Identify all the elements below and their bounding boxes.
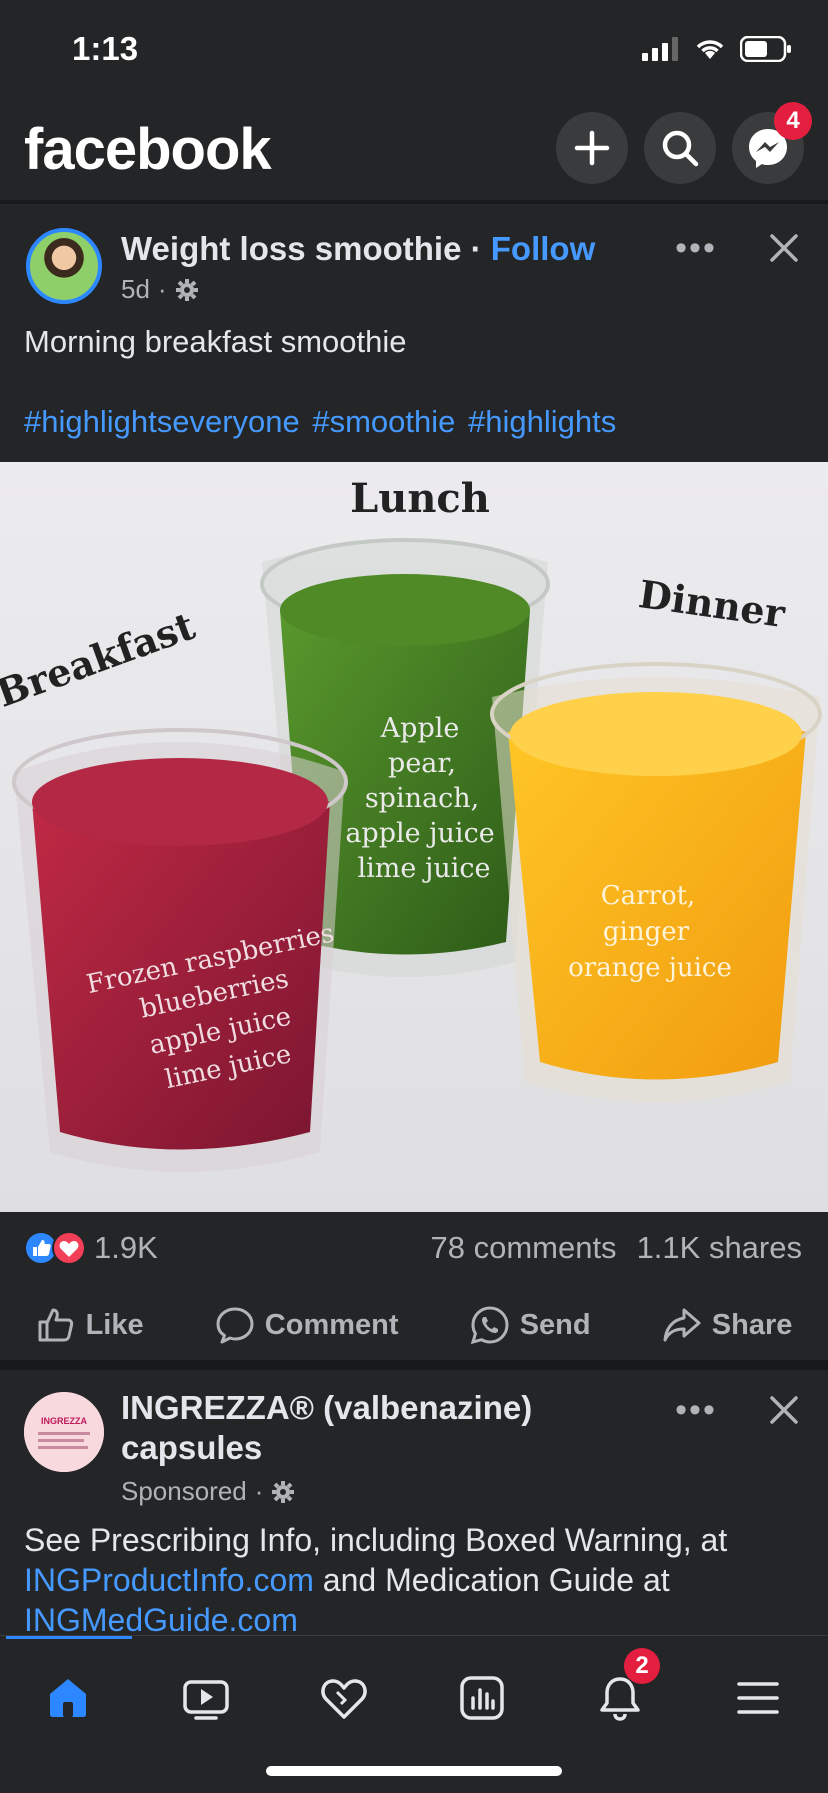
name-separator: · — [461, 230, 491, 267]
post-hashtags[interactable]: #highlightseveryone #smoothie #highlight… — [24, 404, 616, 440]
notifications-badge: 2 — [624, 1648, 660, 1684]
green-ingredient: Apple — [380, 713, 460, 744]
active-tab-indicator — [6, 1636, 132, 1639]
engagement-counts: 78 comments 1.1K shares — [430, 1230, 802, 1266]
ad-link-medguide[interactable]: INGMedGuide.com — [24, 1602, 298, 1638]
messenger-button[interactable]: 4 — [732, 102, 812, 184]
ad-text-part: and Medication Guide at — [313, 1562, 670, 1598]
ad-text-part: See Prescribing Info, including Boxed Wa… — [24, 1522, 728, 1558]
status-bar: 1:13 — [0, 0, 828, 100]
whatsapp-icon — [470, 1306, 509, 1345]
signal-icon — [642, 37, 678, 61]
tab-menu[interactable] — [726, 1666, 790, 1730]
ad-body-text: See Prescribing Info, including Boxed Wa… — [24, 1520, 814, 1640]
wifi-icon — [696, 40, 724, 59]
send-label: Send — [519, 1308, 591, 1341]
facebook-logo[interactable]: facebook — [24, 116, 272, 183]
love-reaction-icon — [52, 1231, 86, 1265]
page-name[interactable]: Weight loss smoothie — [121, 230, 461, 267]
messenger-badge: 4 — [774, 102, 812, 140]
gear-icon — [175, 278, 198, 301]
like-label: Like — [85, 1308, 144, 1341]
tab-dating[interactable] — [312, 1666, 376, 1730]
reactions-count: 1.9K — [94, 1230, 158, 1265]
home-indicator[interactable] — [266, 1766, 562, 1776]
more-options-icon[interactable]: ••• — [675, 228, 716, 268]
post-text: Morning breakfast smoothie — [24, 324, 407, 359]
sponsored-label[interactable]: Sponsored — [121, 1476, 247, 1507]
post-image[interactable]: Lunch Breakfast Dinner Apple pear, spina… — [0, 462, 828, 1212]
create-button[interactable] — [556, 112, 628, 184]
chart-icon — [460, 1676, 504, 1720]
page-avatar[interactable] — [26, 228, 102, 304]
status-time: 1:13 — [72, 30, 139, 67]
search-button[interactable] — [644, 112, 716, 184]
sponsored-post: INGREZZA INGREZZA® (valbenazine) capsule… — [0, 1370, 828, 1638]
status-icons — [642, 36, 792, 62]
orange-ingredient: ginger — [603, 917, 690, 947]
like-button[interactable]: Like — [36, 1305, 144, 1345]
video-icon — [183, 1680, 229, 1720]
green-ingredient: spinach, — [365, 783, 479, 814]
ad-logo-text: INGREZZA — [41, 1416, 87, 1426]
ingrezza-logo: INGREZZA — [24, 1392, 104, 1472]
ad-meta: Sponsored · — [121, 1476, 295, 1507]
home-icon — [50, 1679, 86, 1717]
tab-notifications[interactable]: 2 — [588, 1648, 660, 1730]
reactions-summary[interactable]: 1.9K — [24, 1230, 158, 1266]
post-header-name: Weight loss smoothie · Follow — [121, 230, 595, 268]
green-ingredient: lime juice — [358, 853, 491, 884]
lunch-label: Lunch — [350, 475, 490, 522]
plus-icon — [574, 130, 610, 166]
post-meta: 5d · — [121, 274, 199, 305]
shares-count[interactable]: 1.1K shares — [637, 1230, 802, 1266]
share-label: Share — [711, 1308, 793, 1341]
ad-avatar[interactable]: INGREZZA — [24, 1392, 104, 1472]
ad-link-productinfo[interactable]: INGProductInfo.com — [24, 1562, 314, 1598]
orange-ingredient: Carrot, — [601, 881, 696, 911]
share-icon — [663, 1308, 701, 1342]
meta-separator: · — [157, 274, 167, 304]
app-header: facebook 4 — [0, 100, 828, 204]
feed-separator — [0, 1360, 828, 1370]
comment-label: Comment — [264, 1308, 399, 1341]
search-icon — [662, 130, 699, 167]
ad-close-icon[interactable] — [764, 1390, 804, 1430]
meta-separator: · — [254, 1476, 264, 1506]
tab-dashboard[interactable] — [450, 1666, 514, 1730]
tab-home[interactable] — [36, 1666, 100, 1730]
send-button[interactable]: Send — [470, 1305, 591, 1345]
share-button[interactable]: Share — [662, 1305, 793, 1345]
follow-button[interactable]: Follow — [491, 230, 595, 267]
green-ingredient: pear, — [388, 748, 456, 779]
orange-ingredient: orange juice — [568, 953, 732, 983]
smoothie-photo: Lunch Breakfast Dinner Apple pear, spina… — [0, 462, 828, 1212]
gear-icon — [272, 1480, 295, 1503]
comments-count[interactable]: 78 comments — [430, 1230, 616, 1266]
tab-watch[interactable] — [174, 1666, 238, 1730]
feed-post: Weight loss smoothie · Follow 5d · ••• M… — [0, 204, 828, 1364]
thumbs-up-icon — [38, 1308, 73, 1342]
green-ingredient: apple juice — [345, 818, 494, 849]
post-age[interactable]: 5d — [121, 274, 150, 305]
comment-button[interactable]: Comment — [215, 1305, 399, 1345]
post-actions: Like Comment Send Share — [0, 1290, 828, 1360]
ad-more-options-icon[interactable]: ••• — [675, 1390, 716, 1430]
battery-icon — [740, 36, 791, 62]
ad-advertiser-name[interactable]: INGREZZA® (valbenazine) capsules — [121, 1388, 581, 1468]
hamburger-menu-icon — [737, 1682, 779, 1714]
close-icon[interactable] — [764, 228, 804, 268]
heart-icon — [321, 1679, 367, 1719]
comment-icon — [216, 1307, 254, 1344]
